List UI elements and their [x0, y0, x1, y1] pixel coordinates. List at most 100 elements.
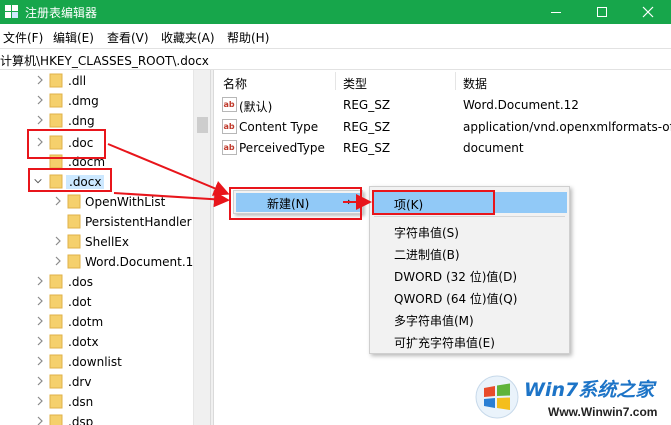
string-value-icon: ab [222, 140, 237, 155]
value-row[interactable]: ab Content Type REG_SZ application/vnd.o… [214, 117, 671, 137]
menu-item-label: 多字符串值(M) [394, 314, 474, 328]
chevron-right-icon[interactable] [35, 415, 45, 425]
address-bar[interactable]: 计算机\HKEY_CLASSES_ROOT\.docx [0, 48, 671, 70]
tree-node[interactable]: .dot [0, 292, 193, 312]
menu-item-binary-value[interactable]: 二进制值(B) [372, 242, 567, 263]
chevron-right-icon[interactable] [35, 335, 45, 347]
chevron-right-icon[interactable] [35, 315, 45, 327]
chevron-right-icon[interactable] [35, 114, 45, 126]
folder-icon [49, 274, 63, 289]
value-name: Content Type [239, 120, 319, 134]
close-icon [642, 6, 654, 18]
watermark: Win7系统之家 Www.Winwin7.com [474, 372, 671, 425]
folder-icon [49, 73, 63, 88]
tree-node-label: .dos [68, 275, 94, 289]
value-data: document [463, 141, 524, 155]
chevron-right-icon[interactable] [35, 74, 45, 86]
close-button[interactable] [625, 0, 671, 24]
value-name: PerceivedType [239, 141, 325, 155]
chevron-right-icon[interactable] [53, 195, 63, 207]
tree-node-label: .dng [68, 114, 95, 128]
tree-node[interactable]: .dng [0, 111, 193, 131]
annotation-box-new [229, 187, 362, 220]
tree-node[interactable]: OpenWithList [0, 192, 193, 212]
tree-node-label: .dll [68, 74, 87, 88]
menu-view[interactable]: 查看(V) [107, 29, 149, 46]
string-value-icon: ab [222, 97, 237, 112]
folder-icon [49, 414, 63, 425]
window-title: 注册表编辑器 [25, 6, 98, 20]
minimize-icon [551, 12, 561, 13]
tree-node-label: PersistentHandler [85, 215, 192, 229]
folder-icon [49, 334, 63, 349]
tree-node[interactable]: .drv [0, 372, 193, 392]
chevron-right-icon[interactable] [35, 295, 45, 307]
folder-icon [49, 394, 63, 409]
column-header-data[interactable]: 数据 [463, 75, 487, 92]
column-header-type[interactable]: 类型 [343, 75, 367, 92]
menu-item-label: 可扩充字符串值(E) [394, 336, 495, 350]
menu-item-label: 二进制值(B) [394, 248, 460, 262]
address-path: 计算机\HKEY_CLASSES_ROOT\.docx [0, 54, 209, 68]
menu-item-multi-string-value[interactable]: 多字符串值(M) [372, 308, 567, 329]
tree-node[interactable]: .dos [0, 272, 193, 292]
tree-node[interactable]: PersistentHandler [0, 212, 193, 232]
svg-text:ab: ab [224, 143, 235, 152]
chevron-right-icon[interactable] [53, 255, 63, 267]
tree-node[interactable]: .downlist [0, 352, 193, 372]
chevron-right-icon[interactable] [53, 235, 63, 247]
tree-node[interactable]: .dll [0, 71, 193, 91]
value-name: (默认) [239, 100, 273, 114]
folder-icon [67, 254, 81, 269]
tree-node[interactable]: .dotm [0, 312, 193, 332]
tree-scrollbar[interactable] [193, 70, 210, 425]
menu-file[interactable]: 文件(F) [3, 29, 43, 46]
tree-node[interactable]: Word.Document.12 [0, 252, 201, 272]
registry-app-icon [5, 5, 18, 18]
annotation-box-key [372, 190, 495, 215]
watermark-url: Www.Winwin7.com [548, 405, 658, 419]
menu-item-expandable-string-value[interactable]: 可扩充字符串值(E) [372, 330, 567, 351]
folder-icon [49, 113, 63, 128]
minimize-button[interactable] [533, 0, 579, 24]
menu-item-string-value[interactable]: 字符串值(S) [372, 220, 567, 241]
value-row[interactable]: ab (默认) REG_SZ Word.Document.12 [214, 95, 671, 115]
column-header-name[interactable]: 名称 [223, 75, 247, 92]
value-row[interactable]: ab PerceivedType REG_SZ document [214, 138, 671, 158]
tree-node-label: .dmg [68, 94, 99, 108]
folder-icon [49, 294, 63, 309]
tree-node-label: .downlist [68, 355, 122, 369]
tree-node[interactable]: .dmg [0, 91, 193, 111]
folder-icon [49, 354, 63, 369]
menu-item-qword-value[interactable]: QWORD (64 位)值(Q) [372, 286, 567, 307]
chevron-right-icon[interactable] [35, 94, 45, 106]
title-bar: 注册表编辑器 [0, 0, 671, 24]
maximize-icon [597, 7, 607, 17]
menu-favorites[interactable]: 收藏夹(A) [161, 29, 215, 46]
column-divider[interactable] [335, 72, 336, 90]
menu-item-dword-value[interactable]: DWORD (32 位)值(D) [372, 264, 567, 285]
column-divider[interactable] [455, 72, 456, 90]
scrollbar-thumb[interactable] [197, 117, 208, 133]
tree-node[interactable]: .dsn [0, 392, 193, 412]
chevron-right-icon[interactable] [35, 355, 45, 367]
chevron-right-icon[interactable] [35, 395, 45, 407]
menu-help[interactable]: 帮助(H) [227, 29, 269, 46]
chevron-right-icon[interactable] [35, 375, 45, 387]
tree-node-label: .dsp [68, 415, 94, 425]
menu-item-label: 字符串值(S) [394, 226, 459, 240]
menu-item-label: DWORD (32 位)值(D) [394, 270, 517, 284]
tree-node[interactable]: .dotx [0, 332, 193, 352]
tree-node-label: ShellEx [85, 235, 129, 249]
maximize-button[interactable] [579, 0, 625, 24]
tree-node[interactable]: ShellEx [0, 232, 193, 252]
value-type: REG_SZ [343, 120, 391, 134]
value-type: REG_SZ [343, 98, 391, 112]
menu-edit[interactable]: 编辑(E) [53, 29, 94, 46]
tree-node[interactable]: .dsp [0, 412, 193, 425]
chevron-right-icon[interactable] [35, 275, 45, 287]
menu-separator [374, 216, 565, 217]
windows-logo-icon [475, 375, 519, 419]
svg-text:ab: ab [224, 122, 235, 131]
folder-icon [49, 93, 63, 108]
